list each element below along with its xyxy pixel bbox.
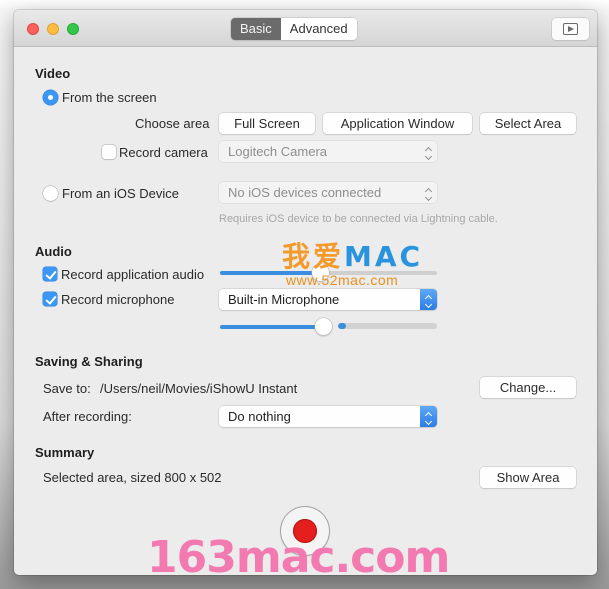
mode-segmented-control: Basic Advanced bbox=[231, 18, 357, 40]
chevron-updown-icon bbox=[420, 289, 437, 310]
after-recording-select-value: Do nothing bbox=[228, 409, 291, 424]
close-window-button[interactable] bbox=[27, 23, 39, 35]
title-bar: Basic Advanced bbox=[14, 10, 597, 47]
from-ios-label[interactable]: From an iOS Device bbox=[62, 186, 179, 201]
chevron-updown-icon bbox=[420, 141, 437, 162]
summary-section-title: Summary bbox=[35, 445, 95, 460]
play-preview-icon bbox=[563, 23, 578, 35]
chevron-updown-icon bbox=[420, 406, 437, 427]
app-window: Basic Advanced Video From the screen Cho… bbox=[14, 10, 597, 575]
mic-volume-fill bbox=[220, 325, 323, 329]
show-area-button[interactable]: Show Area bbox=[480, 467, 576, 488]
record-app-audio-checkbox[interactable] bbox=[43, 267, 57, 281]
minimize-window-button[interactable] bbox=[47, 23, 59, 35]
choose-area-label: Choose area bbox=[135, 116, 210, 131]
camera-select-value: Logitech Camera bbox=[228, 144, 327, 159]
chevron-updown-icon bbox=[420, 182, 437, 203]
record-camera-label[interactable]: Record camera bbox=[119, 145, 208, 160]
camera-select[interactable]: Logitech Camera bbox=[219, 141, 437, 162]
tab-basic[interactable]: Basic bbox=[231, 18, 281, 40]
after-recording-label: After recording: bbox=[43, 409, 132, 424]
ios-hint-text: Requires iOS device to be connected via … bbox=[219, 213, 498, 225]
watermark-cn-text: 我爱 bbox=[282, 241, 345, 272]
watermark-url: www.52mac.com bbox=[286, 272, 399, 288]
microphone-select[interactable]: Built-in Microphone bbox=[219, 289, 437, 310]
after-recording-select[interactable]: Do nothing bbox=[219, 406, 437, 427]
video-section-title: Video bbox=[35, 66, 71, 81]
tab-advanced[interactable]: Advanced bbox=[280, 18, 357, 40]
from-ios-radio[interactable] bbox=[43, 186, 58, 201]
application-window-button[interactable]: Application Window bbox=[323, 113, 472, 134]
mic-volume-thumb[interactable] bbox=[315, 318, 332, 335]
audio-section-title: Audio bbox=[35, 244, 72, 259]
ios-device-select[interactable]: No iOS devices connected bbox=[219, 182, 437, 203]
summary-text: Selected area, sized 800 x 502 bbox=[43, 470, 222, 485]
preview-button[interactable] bbox=[552, 18, 589, 40]
watermark-bottom: 163mac.com bbox=[147, 532, 450, 575]
record-microphone-checkbox[interactable] bbox=[43, 292, 57, 306]
watermark-logo: 我爱MAC bbox=[282, 235, 423, 275]
mic-level-meter bbox=[338, 323, 437, 329]
mic-volume-slider[interactable] bbox=[220, 318, 332, 335]
watermark-en-text: MAC bbox=[344, 240, 424, 273]
record-camera-checkbox[interactable] bbox=[102, 145, 116, 159]
mic-level-fill bbox=[338, 323, 346, 329]
full-screen-button[interactable]: Full Screen bbox=[219, 113, 315, 134]
from-screen-radio[interactable] bbox=[43, 90, 58, 105]
saving-section-title: Saving & Sharing bbox=[35, 354, 143, 369]
from-screen-label[interactable]: From the screen bbox=[62, 90, 157, 105]
ios-device-select-value: No iOS devices connected bbox=[228, 185, 382, 200]
record-microphone-label[interactable]: Record microphone bbox=[61, 292, 174, 307]
save-to-path: /Users/neil/Movies/iShowU Instant bbox=[100, 381, 298, 396]
change-save-location-button[interactable]: Change... bbox=[480, 377, 576, 398]
select-area-button[interactable]: Select Area bbox=[480, 113, 576, 134]
save-to-label: Save to: bbox=[43, 381, 91, 396]
zoom-window-button[interactable] bbox=[67, 23, 79, 35]
record-app-audio-label[interactable]: Record application audio bbox=[61, 267, 204, 282]
microphone-select-value: Built-in Microphone bbox=[228, 292, 340, 307]
